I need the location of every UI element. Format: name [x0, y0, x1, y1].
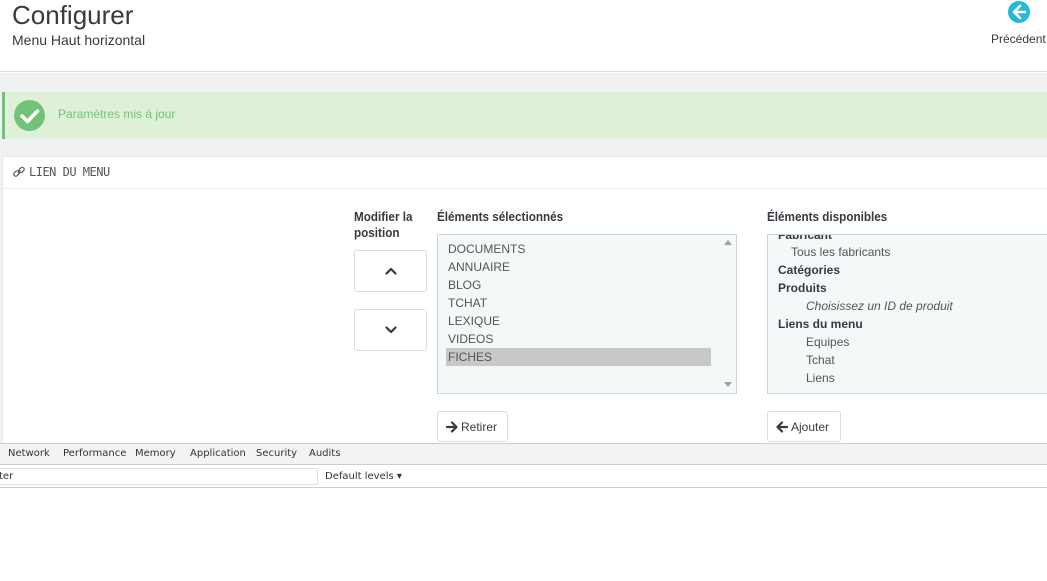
arrow-left-icon: [776, 421, 788, 433]
scroll-up-arrow-icon[interactable]: [724, 240, 732, 245]
devtools-tab-performance[interactable]: Performance: [63, 448, 126, 459]
add-button[interactable]: Ajouter: [767, 411, 841, 442]
console-filter-input[interactable]: ter: [0, 468, 318, 485]
menu-link-panel: LIEN DU MENU Modifier la position Élémen…: [2, 156, 1047, 446]
move-down-button[interactable]: [354, 309, 427, 351]
devtools-tab-application[interactable]: Application: [190, 448, 246, 459]
selected-option[interactable]: TCHAT: [446, 294, 711, 312]
devtools-tab-network[interactable]: Network: [8, 448, 50, 459]
available-option[interactable]: Tchat: [806, 351, 835, 369]
available-option[interactable]: Equipes: [806, 333, 849, 351]
remove-button[interactable]: Retirer: [437, 411, 508, 442]
back-button[interactable]: Précédent: [988, 0, 1047, 50]
selected-option[interactable]: BLOG: [446, 276, 711, 294]
devtools-console-toolbar: ter Default levels ▾: [0, 465, 1047, 488]
page-header: Configurer Menu Haut horizontal Précéden…: [0, 0, 1047, 72]
available-items-label: Éléments disponibles: [767, 209, 888, 224]
selected-option-active[interactable]: FICHES: [446, 348, 711, 366]
devtools-tabbar: Network Performance Memory Application S…: [0, 444, 1047, 465]
check-circle-icon: [14, 100, 45, 131]
selected-items-label: Éléments sélectionnés: [437, 209, 564, 224]
log-levels-dropdown[interactable]: Default levels ▾: [325, 471, 402, 482]
available-group: Catégories: [778, 263, 841, 277]
available-option[interactable]: Tous les fabricants: [791, 243, 890, 261]
page-subtitle: Menu Haut horizontal: [12, 32, 146, 48]
position-label: Modifier la position: [354, 209, 413, 240]
chevron-down-icon: [385, 326, 397, 334]
available-items-listbox[interactable]: Fabricant Tous les fabricants Catégories…: [767, 234, 1047, 394]
selected-option[interactable]: VIDEOS: [446, 330, 711, 348]
devtools-panel: Network Performance Memory Application S…: [0, 443, 1047, 581]
alert-message: Paramètres mis à jour: [58, 107, 176, 121]
arrow-circle-left-icon: [1008, 1, 1030, 23]
selected-option[interactable]: LEXIQUE: [446, 312, 711, 330]
success-alert: Paramètres mis à jour: [2, 92, 1047, 139]
main-content: Paramètres mis à jour LIEN DU MENU Modif…: [0, 73, 1047, 446]
listbox-scrollbar[interactable]: [720, 235, 736, 393]
back-label: Précédent: [991, 32, 1046, 46]
move-up-button[interactable]: [354, 250, 427, 292]
add-button-label: Ajouter: [791, 420, 830, 434]
panel-title: LIEN DU MENU: [29, 165, 110, 179]
selected-items-listbox[interactable]: DOCUMENTS ANNUAIRE BLOG TCHAT LEXIQUE VI…: [437, 234, 737, 394]
panel-heading: LIEN DU MENU: [3, 157, 1047, 189]
devtools-tab-audits[interactable]: Audits: [309, 448, 340, 459]
available-group: Produits: [778, 281, 827, 295]
arrow-right-icon: [446, 421, 458, 433]
link-icon: [13, 166, 25, 177]
devtools-tab-security[interactable]: Security: [256, 448, 297, 459]
available-option[interactable]: Choisissez un ID de produit: [806, 297, 953, 315]
page-title: Configurer: [12, 0, 134, 30]
chevron-up-icon: [385, 267, 397, 275]
selected-option[interactable]: DOCUMENTS: [446, 240, 711, 258]
remove-button-label: Retirer: [461, 420, 498, 434]
scroll-down-arrow-icon[interactable]: [724, 382, 732, 387]
available-group: Liens du menu: [778, 317, 863, 331]
selected-option[interactable]: ANNUAIRE: [446, 258, 711, 276]
devtools-tab-memory[interactable]: Memory: [135, 448, 176, 459]
available-option[interactable]: Liens: [806, 369, 835, 387]
